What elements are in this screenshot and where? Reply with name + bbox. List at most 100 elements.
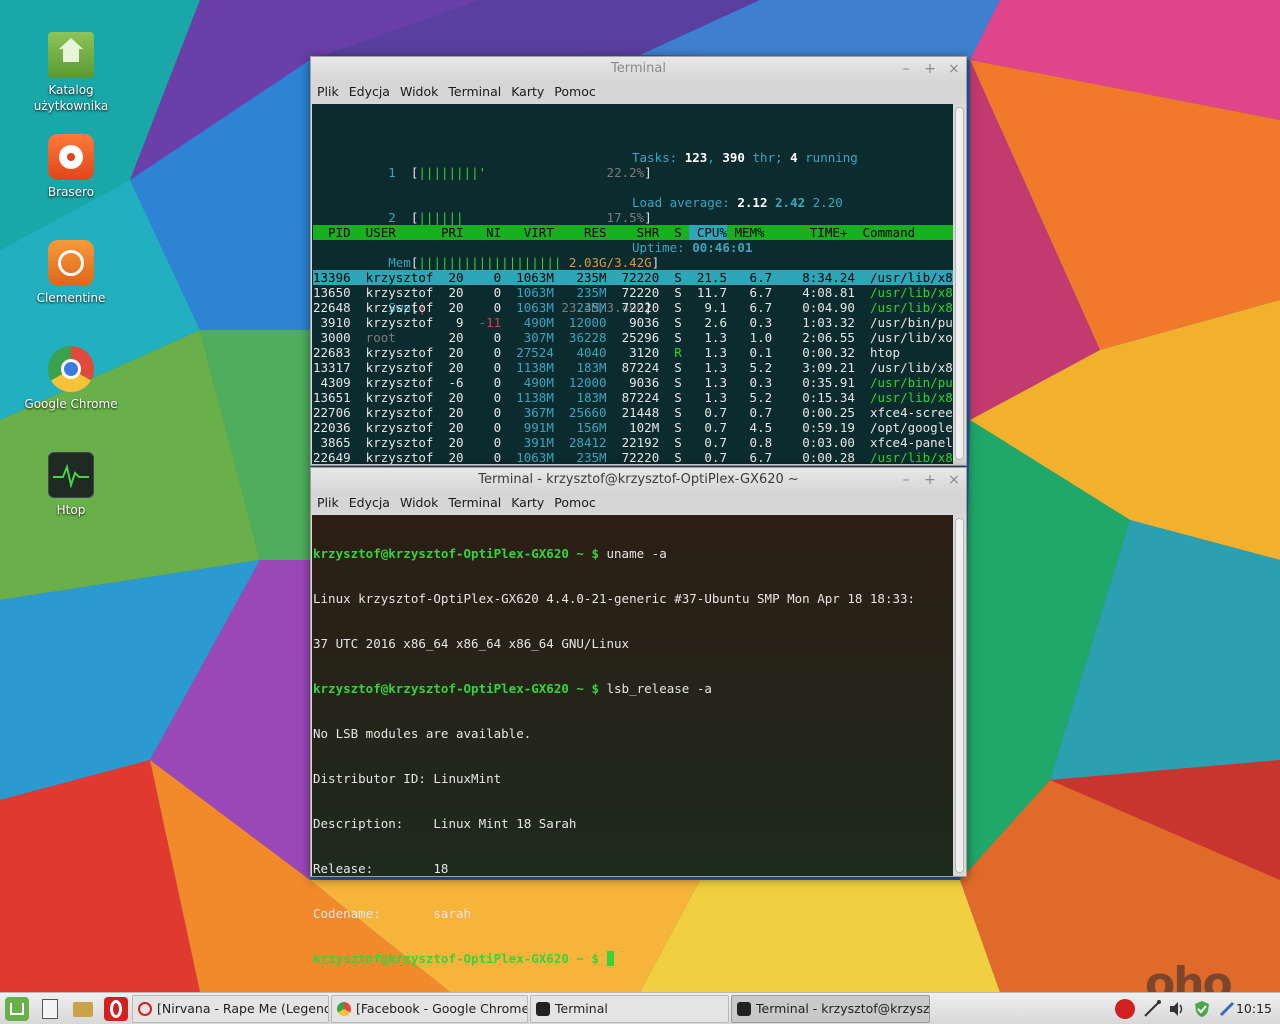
process-row[interactable]: 4309 krzysztof -6 0 490M 12000 9036 S 1.… [313, 375, 953, 390]
shell-terminal-window[interactable]: Terminal - krzysztof@krzysztof-OptiPlex-… [310, 467, 967, 966]
column-header-virt[interactable]: VIRT [509, 225, 562, 240]
menu-widok[interactable]: Widok [400, 81, 444, 103]
column-header-cpu[interactable]: CPU% [689, 225, 727, 240]
menu-terminal[interactable]: Terminal [448, 492, 507, 514]
shell-scrollbar[interactable] [955, 518, 964, 873]
process-cell: -11 [471, 315, 509, 330]
mail-notification-icon[interactable] [1115, 999, 1135, 1019]
process-cell: 1063M [508, 285, 562, 300]
mint-menu-icon[interactable] [5, 997, 29, 1021]
opera-launcher-icon[interactable] [104, 997, 128, 1021]
menu-plik[interactable]: Plik [317, 81, 345, 103]
update-shield-icon[interactable] [1192, 999, 1212, 1019]
desktop-icon-brasero-label: Brasero [47, 185, 95, 199]
process-row[interactable]: 22683 krzysztof 20 0 27524 4040 3120 R 1… [313, 345, 953, 360]
process-cell: S [666, 360, 690, 375]
cpu1-label: 1 [388, 165, 396, 180]
minimize-icon[interactable]: – [900, 468, 912, 492]
process-row[interactable]: 22649 krzysztof 20 0 1063M 235M 72220 S … [313, 450, 953, 465]
menu-terminal[interactable]: Terminal [448, 81, 507, 103]
process-row[interactable]: 22706 krzysztof 20 0 367M 25660 21448 S … [313, 405, 953, 420]
network-icon[interactable] [1142, 999, 1162, 1019]
process-cell: 1063M [508, 300, 562, 315]
process-cell: 5.2 [734, 390, 780, 405]
column-header-user[interactable]: USER [358, 225, 441, 240]
process-cell: 20 [440, 345, 472, 360]
pen-icon[interactable] [1217, 999, 1237, 1019]
process-cell: 0.3 [734, 315, 780, 330]
process-row[interactable]: 3865 krzysztof 20 0 391M 28412 22192 S 0… [313, 435, 953, 450]
column-header-shr[interactable]: SHR [614, 225, 667, 240]
process-cell: S [666, 330, 690, 345]
menu-karty[interactable]: Karty [511, 81, 550, 103]
close-icon[interactable]: × [948, 468, 960, 492]
menu-edycja[interactable]: Edycja [349, 81, 396, 103]
column-header-res[interactable]: RES [561, 225, 614, 240]
shell-window-titlebar[interactable]: Terminal - krzysztof@krzysztof-OptiPlex-… [311, 468, 966, 492]
task-nirvana[interactable]: [Nirvana - Rape Me (Legend... [132, 995, 329, 1023]
column-header-command[interactable]: Command [855, 225, 953, 240]
desktop-icon-home[interactable]: Katalog użytkownika [11, 32, 131, 114]
files-icon[interactable] [71, 997, 95, 1021]
volume-icon[interactable] [1167, 999, 1187, 1019]
column-header-time[interactable]: TIME+ [772, 225, 855, 240]
process-cell: 9036 [614, 315, 667, 330]
column-header-ni[interactable]: NI [471, 225, 509, 240]
htop-terminal-area[interactable]: 1 [||||||||' 22.2%] 2 [|||||| 17.5%] Mem… [312, 104, 953, 555]
show-desktop-icon[interactable] [38, 997, 62, 1021]
process-row[interactable]: 22648 krzysztof 20 0 1063M 235M 72220 S … [313, 300, 953, 315]
process-table-header[interactable]: PID USER PRI NI VIRT RES SHR S CPU% MEM%… [313, 225, 953, 240]
menu-pomoc[interactable]: Pomoc [554, 492, 601, 514]
process-row[interactable]: 13650 krzysztof 20 0 1063M 235M 72220 S … [313, 285, 953, 300]
menu-edycja[interactable]: Edycja [349, 492, 396, 514]
desktop-icon-clementine[interactable]: Clementine [11, 240, 131, 306]
process-cell: S [666, 270, 690, 285]
process-cell: 20 [440, 360, 472, 375]
menu-karty[interactable]: Karty [511, 492, 550, 514]
process-cell: 3120 [614, 345, 667, 360]
maximize-icon[interactable]: + [924, 57, 936, 81]
process-cell: 22192 [614, 435, 667, 450]
text-cursor[interactable]: _ [606, 951, 615, 966]
task-terminal[interactable]: Terminal [530, 995, 729, 1023]
task-terminal-shell[interactable]: Terminal - krzysztof@krzyszt... [731, 995, 930, 1023]
htop-terminal-window[interactable]: Terminal – + × Plik Edycja Widok Termina… [310, 56, 967, 555]
column-header-pri[interactable]: PRI [441, 225, 471, 240]
process-cell: 0:15.34 [779, 390, 863, 405]
process-cell: /usr/bin/pulseaud [869, 375, 953, 390]
process-cell: 25660 [561, 405, 615, 420]
process-row[interactable]: 3000 root 20 0 307M 36228 25296 S 1.3 1.… [313, 330, 953, 345]
process-row[interactable]: 22036 krzysztof 20 0 991M 156M 102M S 0.… [313, 420, 953, 435]
process-cell: root [358, 330, 441, 345]
desktop-icon-htop[interactable]: Htop [11, 452, 131, 518]
process-cell: S [666, 375, 690, 390]
process-cell: 87224 [614, 390, 667, 405]
desktop-icon-chrome[interactable]: Google Chrome [11, 346, 131, 412]
menu-widok[interactable]: Widok [400, 492, 444, 514]
column-header-mem[interactable]: MEM% [727, 225, 772, 240]
menu-plik[interactable]: Plik [317, 492, 345, 514]
desktop-icon-brasero[interactable]: Brasero [11, 134, 131, 200]
process-cell: 1.3 [689, 375, 735, 390]
process-cell: 0:04.90 [779, 300, 863, 315]
maximize-icon[interactable]: + [924, 468, 936, 492]
minimize-icon[interactable]: – [900, 57, 912, 81]
column-header-pid[interactable]: PID [313, 225, 358, 240]
htop-window-titlebar[interactable]: Terminal – + × [311, 57, 966, 81]
process-cell: 1063M [508, 270, 562, 285]
process-cell: 72220 [614, 285, 667, 300]
column-header-s[interactable]: S [667, 225, 690, 240]
process-row[interactable]: 13396 krzysztof 20 0 1063M 235M 72220 S … [313, 270, 953, 285]
menu-pomoc[interactable]: Pomoc [554, 81, 601, 103]
clock[interactable]: 10:15 [1236, 993, 1272, 1024]
task-facebook-chrome[interactable]: [Facebook - Google Chrome] [331, 995, 528, 1023]
shell-window-controls: – + × [900, 468, 960, 492]
process-row[interactable]: 13317 krzysztof 20 0 1138M 183M 87224 S … [313, 360, 953, 375]
htop-scrollbar[interactable] [955, 107, 964, 460]
output-line: Codename: sarah [313, 906, 472, 921]
close-icon[interactable]: × [948, 57, 960, 81]
process-row[interactable]: 13651 krzysztof 20 0 1138M 183M 87224 S … [313, 390, 953, 405]
process-row[interactable]: 3910 krzysztof 9 -11 490M 12000 9036 S 2… [313, 315, 953, 330]
shell-terminal-area[interactable]: krzysztof@krzysztof-OptiPlex-GX620 ~ $ u… [312, 515, 953, 966]
process-cell: krzysztof [358, 315, 441, 330]
